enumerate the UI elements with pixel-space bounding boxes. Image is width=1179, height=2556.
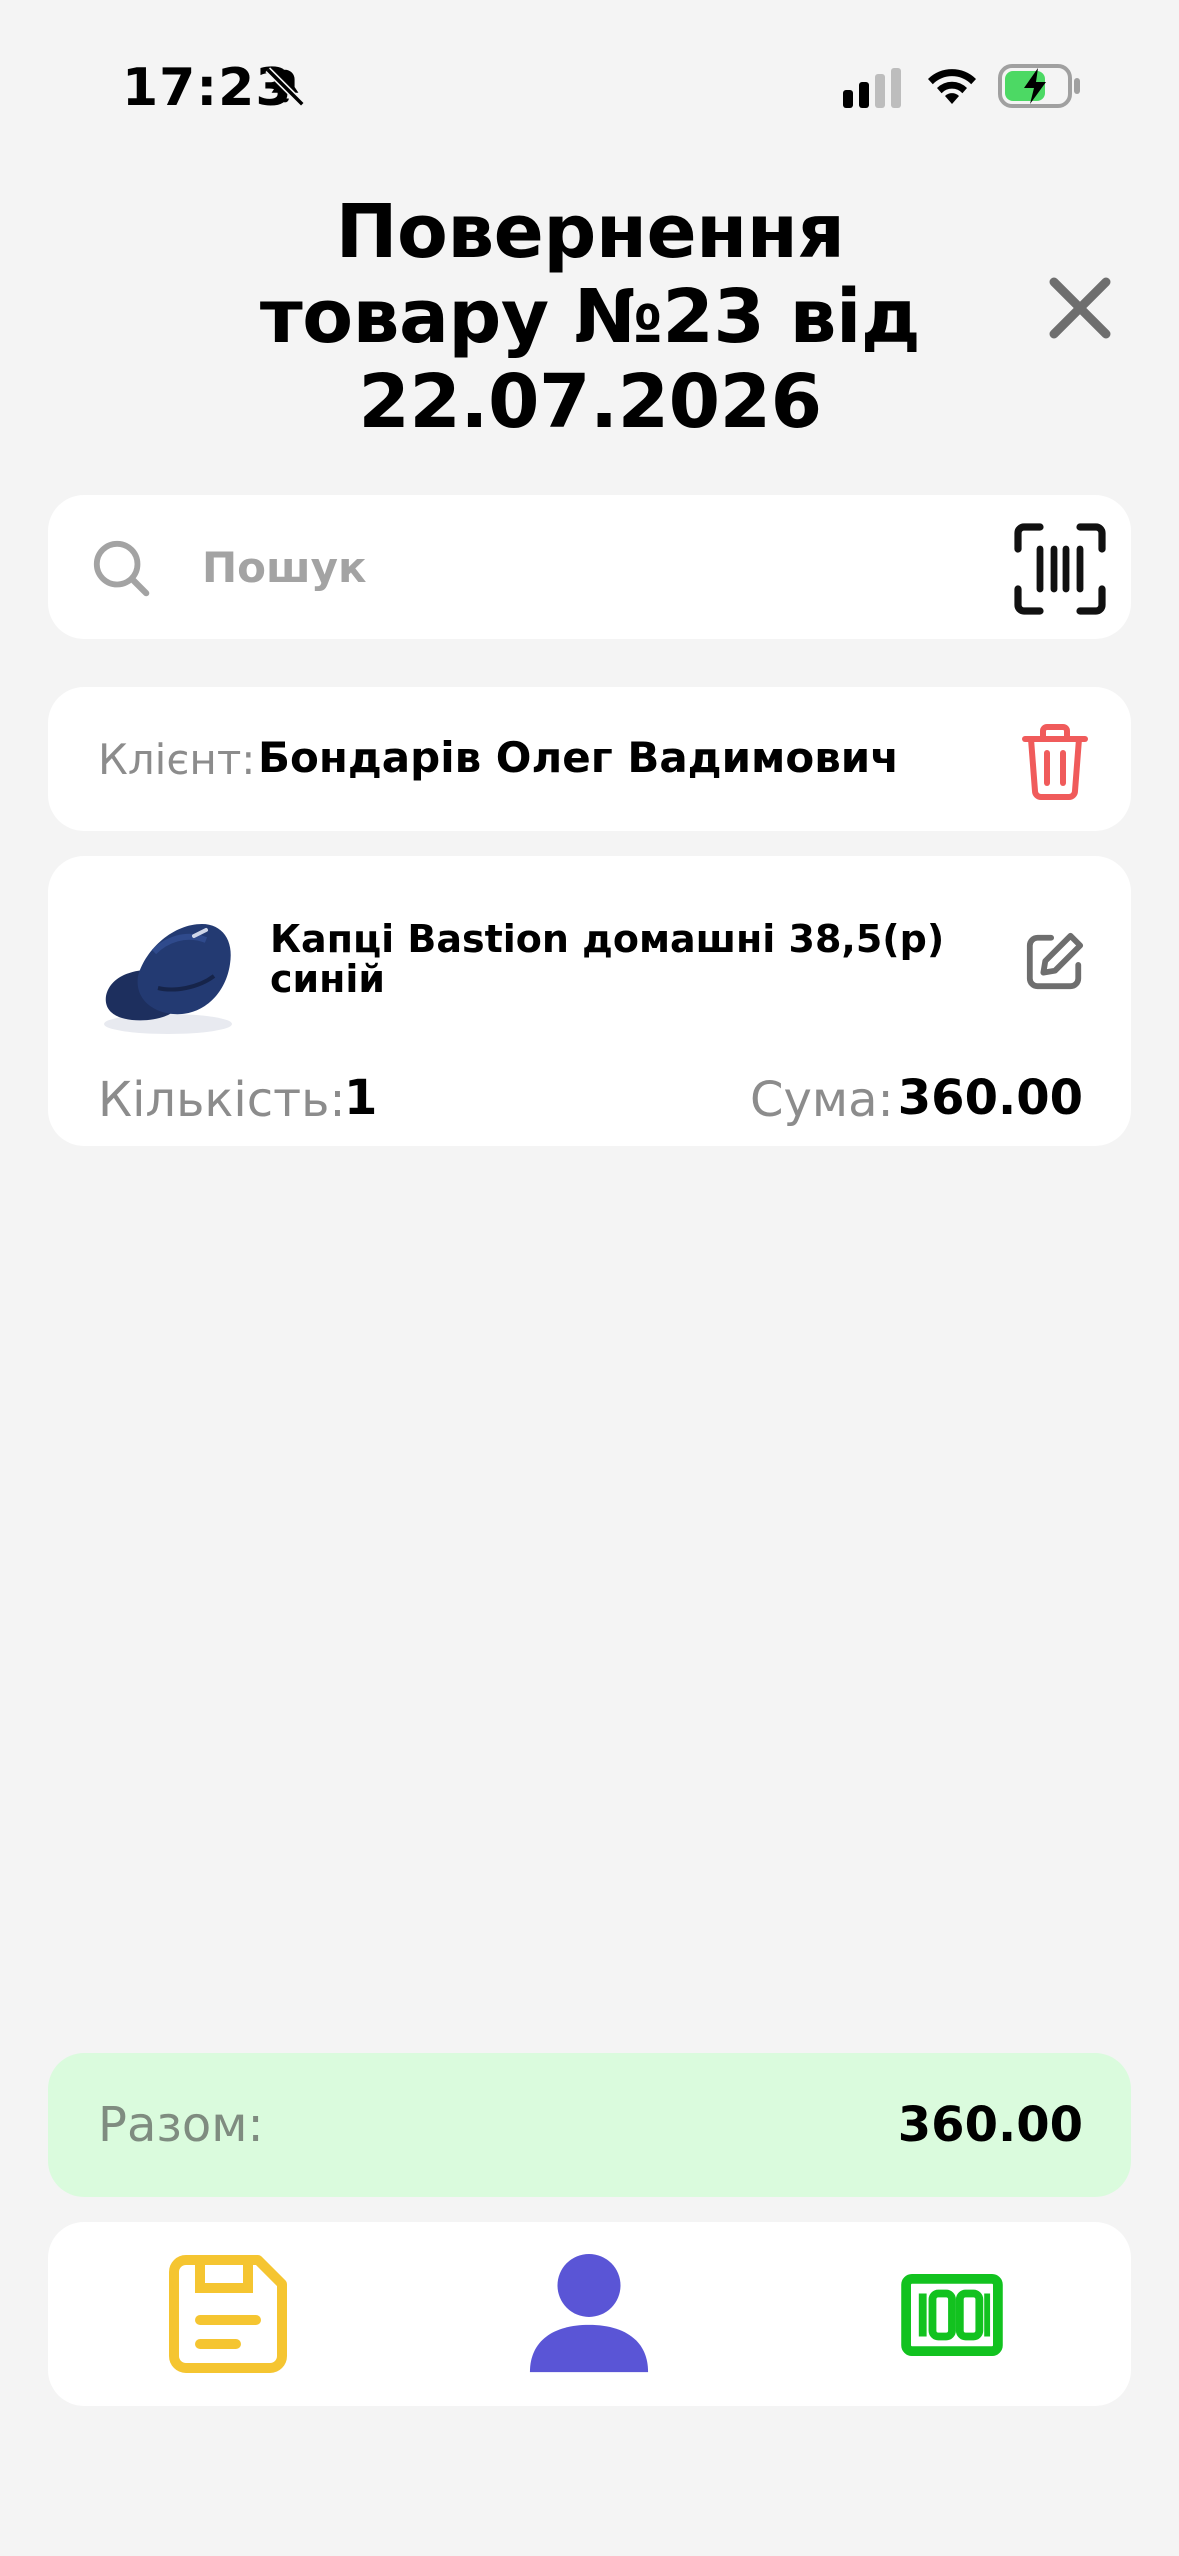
sum-label: Сума: xyxy=(750,1072,894,1128)
sum-value: 360.00 xyxy=(897,1070,1083,1126)
client-card[interactable]: Клієнт: Бондарів Олег Вадимович xyxy=(48,687,1131,831)
save-icon xyxy=(169,2255,287,2373)
save-button[interactable] xyxy=(166,2252,290,2376)
total-bar: Разом: 360.00 xyxy=(48,2053,1131,2197)
product-image xyxy=(104,924,232,1034)
person-icon xyxy=(529,2253,649,2373)
barcode-scan-icon xyxy=(1014,523,1106,615)
total-label: Разом: xyxy=(98,2097,264,2153)
edit-icon xyxy=(1026,932,1084,990)
search-bar xyxy=(48,495,1131,639)
product-card[interactable]: Капці Bastion домашні 38,5(р) синій Кіль… xyxy=(48,856,1131,1146)
client-name: Бондарів Олег Вадимович xyxy=(258,733,900,782)
page-title: Повернення товару №23 від 22.07.2026 xyxy=(259,189,921,446)
client-button[interactable] xyxy=(526,2250,652,2376)
trash-icon xyxy=(1022,724,1088,800)
wifi-icon xyxy=(928,69,976,104)
delete-client-button[interactable] xyxy=(1018,721,1092,801)
client-label: Клієнт: xyxy=(98,735,256,784)
total-value: 360.00 xyxy=(897,2097,1083,2153)
action-bar xyxy=(48,2222,1131,2406)
battery-charging-icon xyxy=(998,64,1080,108)
edit-product-button[interactable] xyxy=(1024,930,1086,992)
status-bar: 17:23 xyxy=(0,0,1179,175)
barcode-icon xyxy=(901,2274,1003,2356)
quantity-value: 1 xyxy=(344,1070,378,1126)
barcode-button[interactable] xyxy=(900,2274,1004,2356)
search-icon xyxy=(93,540,150,597)
silent-bell-icon xyxy=(265,67,305,107)
close-icon xyxy=(1049,277,1111,339)
signal-icon xyxy=(843,68,901,108)
product-name: Капці Bastion домашні 38,5(р) синій xyxy=(270,917,945,1001)
search-input[interactable] xyxy=(202,531,1002,603)
barcode-scan-button[interactable] xyxy=(1012,521,1108,617)
close-button[interactable] xyxy=(1040,268,1120,348)
quantity-label: Кількість: xyxy=(98,1072,346,1128)
